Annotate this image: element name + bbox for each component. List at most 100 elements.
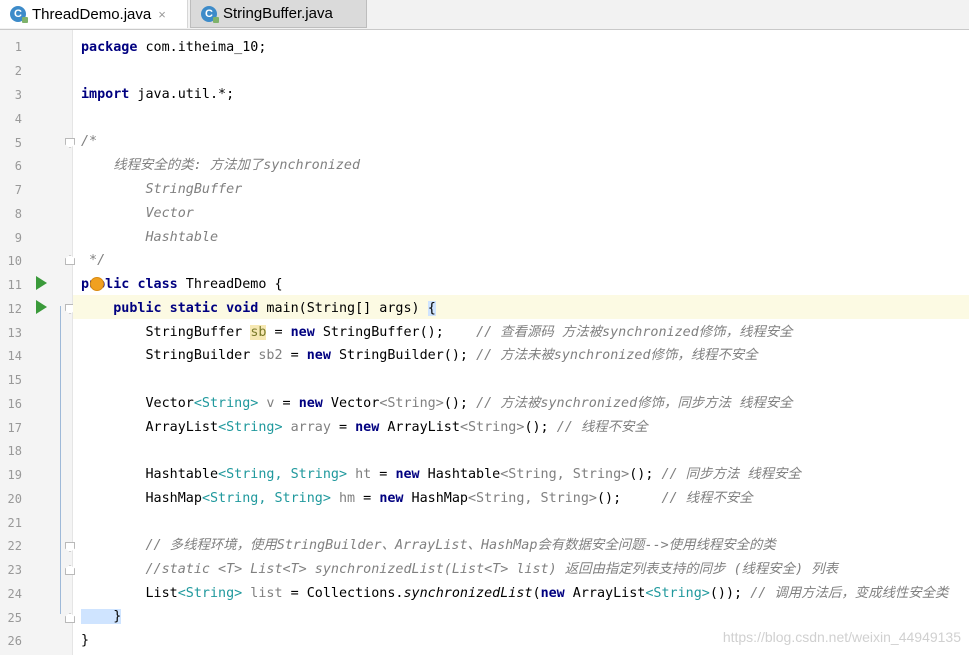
tab-label: StringBuffer.java (223, 5, 333, 22)
code-line-6: 线程安全的类: 方法加了synchronized (81, 158, 361, 173)
keyword: new (298, 396, 323, 411)
line-number: 19 (7, 468, 22, 482)
code-line-9: Hashtable (81, 230, 219, 245)
generic-type: <String> (459, 420, 525, 435)
code-line-1: package com.itheima_10; (81, 36, 266, 60)
code-text: java.util.*; (129, 87, 235, 102)
line-number: 26 (7, 634, 22, 648)
generic-type: <String> (645, 586, 710, 601)
code-line-17: ArrayList<String> array = new ArrayList<… (81, 416, 648, 440)
code-text: main(String[] args) (258, 301, 428, 316)
keyword: public static void (113, 301, 259, 316)
intention-bulb-icon[interactable] (90, 277, 104, 291)
line-number: 1 (14, 40, 22, 54)
code-text: StringBuffer (81, 325, 251, 340)
code-text: = Collections. (282, 586, 404, 601)
java-class-icon: C (201, 5, 219, 23)
keyword: new (290, 325, 315, 340)
line-number: 13 (7, 326, 22, 340)
line-number: 6 (14, 159, 22, 173)
line-number: 24 (7, 587, 22, 601)
code-text: = (266, 325, 291, 340)
code-text: ArrayList (564, 586, 646, 601)
line-number: 23 (7, 563, 22, 577)
comment: // 调用方法后，变成线性安全类 (750, 586, 949, 601)
keyword: new (306, 348, 331, 363)
run-class-icon[interactable] (36, 276, 47, 290)
variable: list (242, 586, 283, 601)
code-editor[interactable]: package com.itheima_10; import java.util… (73, 30, 969, 655)
generic-type: <String, String> (218, 467, 348, 482)
code-line-24: List<String> list = Collections.synchron… (81, 582, 948, 606)
comment: // 线程不安全 (556, 420, 648, 435)
code-text: = (371, 467, 396, 482)
code-text: = (274, 396, 299, 411)
code-line-7: StringBuffer (81, 182, 243, 197)
code-text: HashMap (81, 491, 202, 506)
code-text: Vector (81, 396, 194, 411)
variable: v (258, 396, 275, 411)
watermark: https://blog.csdn.net/weixin_44949135 (722, 629, 961, 645)
generic-type: <String> (177, 586, 243, 601)
code-line-25: } (81, 605, 122, 629)
tab-stringbuffer-java[interactable]: C StringBuffer.java (190, 0, 367, 28)
line-number: 9 (14, 231, 22, 245)
code-text: (); (597, 491, 662, 506)
line-number: 14 (7, 349, 22, 363)
line-number: 2 (14, 64, 22, 78)
keyword: package (81, 40, 138, 55)
code-text: ThreadDemo { (177, 277, 283, 292)
code-text: Hashtable (419, 467, 501, 482)
variable: sb (250, 325, 267, 340)
code-line-13: StringBuffer sb = new StringBuffer(); //… (81, 321, 793, 345)
code-text: StringBuilder (81, 348, 259, 363)
code-text: StringBuffer(); (314, 325, 477, 340)
code-text: (); (443, 396, 477, 411)
line-number: 20 (7, 492, 22, 506)
variable: sb2 (258, 348, 283, 363)
tab-threaddemo-java[interactable]: C ThreadDemo.java × (0, 0, 188, 28)
tab-label: ThreadDemo.java (32, 5, 152, 23)
code-line-22: // 多线程环境，使用StringBuilder、ArrayList、HashM… (81, 538, 776, 553)
line-number: 11 (7, 278, 22, 292)
line-number: 5 (14, 136, 22, 150)
code-line-11: public class ThreadDemo { (81, 273, 283, 297)
generic-type: <String> (193, 396, 259, 411)
line-number: 10 (7, 254, 22, 268)
line-number-gutter[interactable]: 1 2 3 4 5 6 7 8 9 10 11 12 13 14 15 16 1… (0, 30, 75, 655)
code-text: = (282, 348, 307, 363)
line-number: 4 (14, 112, 22, 126)
line-number: 25 (7, 611, 22, 625)
code-text: ArrayList (379, 420, 460, 435)
matched-brace: { (427, 301, 436, 316)
comment: // 同步方法 线程安全 (661, 467, 801, 482)
keyword: class (137, 277, 178, 292)
line-number: 17 (7, 421, 22, 435)
close-icon[interactable]: × (158, 7, 166, 22)
code-line-16: Vector<String> v = new Vector<String>();… (81, 392, 793, 416)
comment: // 方法未被synchronized修饰，线程不安全 (476, 348, 758, 363)
matched-brace: } (81, 609, 122, 624)
java-class-icon: C (10, 6, 28, 23)
keyword: public (81, 277, 130, 292)
line-number: 22 (7, 539, 22, 553)
comment: // 方法被synchronized修饰，同步方法 线程安全 (476, 396, 793, 411)
generic-type: <String> (379, 396, 444, 411)
code-text: (); (629, 467, 662, 482)
generic-type: <String, String> (201, 491, 331, 506)
editor-tab-bar: C ThreadDemo.java × C StringBuffer.java (0, 0, 969, 30)
keyword: new (355, 420, 380, 435)
code-text: ( (532, 586, 541, 601)
code-text: Vector (322, 396, 380, 411)
generic-type: <String, String> (500, 467, 630, 482)
line-number: 12 (7, 302, 22, 316)
line-number: 18 (7, 444, 22, 458)
keyword: import (81, 87, 130, 102)
code-line-20: HashMap<String, String> hm = new HashMap… (81, 487, 752, 511)
code-text: ArrayList (81, 420, 219, 435)
code-text: = (355, 491, 380, 506)
code-line-5: /* (81, 134, 98, 149)
line-number: 15 (7, 373, 22, 387)
variable: ht (347, 467, 372, 482)
run-main-icon[interactable] (36, 300, 47, 314)
